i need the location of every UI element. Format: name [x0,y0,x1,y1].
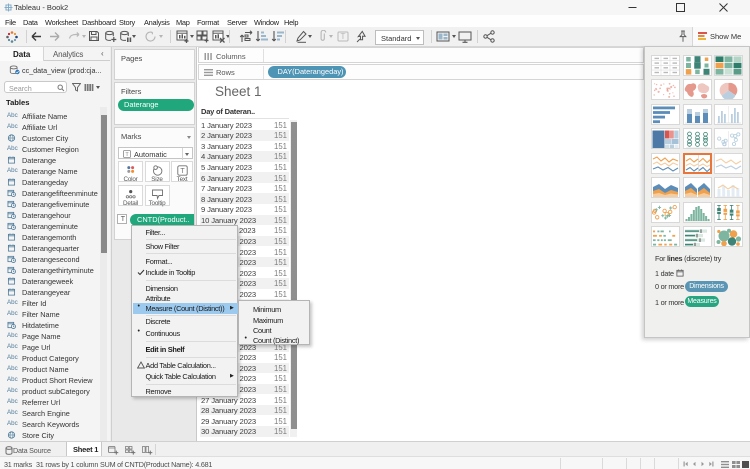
svg-text:T: T [180,168,185,175]
svg-text:T: T [341,32,346,41]
